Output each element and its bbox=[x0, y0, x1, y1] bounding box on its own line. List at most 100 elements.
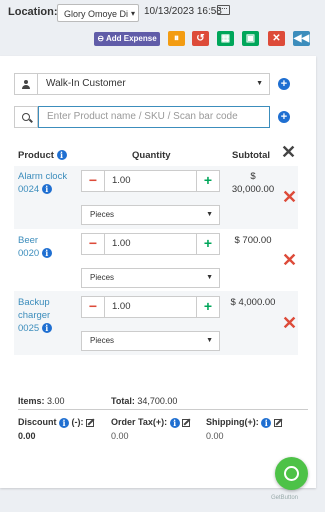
product-name-line: Alarm clock bbox=[18, 171, 68, 182]
remove-row-icon[interactable]: ✕ bbox=[282, 250, 297, 271]
info-icon[interactable]: i bbox=[59, 417, 70, 428]
product-header-label: Product bbox=[18, 150, 54, 161]
increase-button[interactable]: + bbox=[196, 171, 219, 191]
subtotal-currency: $ bbox=[250, 171, 256, 182]
product-name-line: charger bbox=[18, 310, 51, 321]
decrease-button[interactable]: − bbox=[82, 171, 105, 191]
product-sku: 0025 bbox=[18, 323, 40, 334]
info-icon[interactable]: i bbox=[41, 184, 52, 195]
total-value: 34,700.00 bbox=[137, 396, 178, 406]
increase-button[interactable]: + bbox=[196, 297, 219, 317]
discount-label: Discount i (-): bbox=[18, 417, 95, 428]
total-label: Total: bbox=[111, 396, 135, 406]
chevron-down-icon: ▼ bbox=[206, 337, 213, 344]
chevron-down-icon: ▾ bbox=[130, 9, 135, 18]
subtotal-value: $ 4,000.00 bbox=[230, 297, 276, 308]
quantity-stepper[interactable]: − 1.00 + bbox=[81, 296, 220, 318]
product-sku: 0024 bbox=[18, 184, 40, 195]
close-register-button[interactable]: ✕ bbox=[268, 31, 285, 46]
search-addon bbox=[14, 106, 38, 128]
info-icon[interactable]: i bbox=[261, 417, 272, 428]
unit-value: Pieces bbox=[90, 210, 115, 219]
order-tax-value: 0.00 bbox=[111, 431, 129, 441]
row-subtotal: $ 4,000.00 bbox=[226, 296, 280, 309]
location-select[interactable]: Glory Omoye Di ▾ bbox=[57, 4, 139, 22]
product-header: Product i bbox=[18, 150, 67, 161]
briefcase-icon: ▣ bbox=[245, 33, 256, 44]
increase-button[interactable]: + bbox=[196, 234, 219, 254]
product-name[interactable]: Alarm clock 0024 i bbox=[18, 170, 67, 196]
product-name[interactable]: Backup charger 0025 i bbox=[18, 296, 52, 335]
items-value: 3.00 bbox=[47, 396, 65, 406]
divider bbox=[18, 409, 308, 410]
quantity-value[interactable]: 1.00 bbox=[112, 171, 131, 191]
info-icon[interactable]: i bbox=[169, 417, 180, 428]
decrease-button[interactable]: − bbox=[82, 297, 105, 317]
info-icon[interactable]: i bbox=[41, 248, 52, 259]
items-label: Items: bbox=[18, 396, 45, 406]
calculator-button[interactable]: ▦ bbox=[217, 31, 234, 46]
info-icon[interactable]: i bbox=[56, 150, 67, 161]
row-subtotal: $ 700.00 bbox=[228, 234, 278, 247]
add-customer-button[interactable]: + bbox=[278, 78, 290, 90]
subtotal-header: Subtotal bbox=[232, 150, 270, 161]
product-sku: 0020 bbox=[18, 248, 40, 259]
product-name-line: Beer bbox=[18, 235, 39, 246]
edit-icon[interactable] bbox=[86, 418, 95, 427]
edit-icon[interactable] bbox=[273, 418, 282, 427]
backward-icon: ◀◀ bbox=[293, 33, 310, 44]
product-name[interactable]: Beer 0020 i bbox=[18, 234, 52, 260]
calculator-icon: ▦ bbox=[220, 33, 231, 44]
add-expense-button[interactable]: ⊖ Add Expense bbox=[94, 32, 160, 46]
briefcase-button[interactable]: ▣ bbox=[242, 31, 259, 46]
info-icon[interactable]: i bbox=[41, 323, 52, 334]
shipping-label: Shipping(+): i bbox=[206, 417, 282, 428]
chevron-down-icon: ▼ bbox=[206, 274, 213, 281]
pause-icon: ⏸ bbox=[174, 33, 179, 44]
decrease-button[interactable]: − bbox=[82, 234, 105, 254]
subtotal-value: $ 700.00 bbox=[234, 235, 272, 246]
quantity-header: Quantity bbox=[132, 150, 171, 161]
clear-all-icon[interactable]: ✕ bbox=[281, 142, 296, 163]
unit-value: Pieces bbox=[90, 273, 115, 282]
shipping-value: 0.00 bbox=[206, 431, 224, 441]
shipping-label-text: Shipping(+): bbox=[206, 417, 259, 427]
minus-circle-icon: ⊖ bbox=[97, 34, 105, 43]
discount-label-text: Discount bbox=[18, 417, 57, 427]
remove-row-icon[interactable]: ✕ bbox=[282, 313, 297, 334]
customer-addon bbox=[14, 73, 38, 95]
order-tax-label: Order Tax(+): i bbox=[111, 417, 191, 428]
location-value: Glory Omoye Di bbox=[64, 9, 129, 19]
discount-suffix: (-): bbox=[71, 417, 84, 427]
user-icon bbox=[22, 79, 30, 89]
quantity-value[interactable]: 1.00 bbox=[112, 234, 131, 254]
total-amount: Total: 34,700.00 bbox=[111, 396, 177, 406]
undo-icon: ↺ bbox=[196, 33, 205, 44]
quantity-stepper[interactable]: − 1.00 + bbox=[81, 170, 220, 192]
whatsapp-icon bbox=[284, 466, 299, 481]
discount-value: 0.00 bbox=[18, 431, 36, 441]
product-search-input[interactable]: Enter Product name / SKU / Scan bar code bbox=[38, 106, 270, 128]
chevron-down-icon: ▼ bbox=[206, 211, 213, 218]
keyboard-icon[interactable] bbox=[217, 5, 230, 15]
customer-value: Walk-In Customer bbox=[46, 78, 126, 89]
undo-button[interactable]: ↺ bbox=[192, 31, 209, 46]
location-label: Location: bbox=[8, 6, 58, 18]
unit-select[interactable]: Pieces ▼ bbox=[81, 205, 220, 225]
add-product-button[interactable]: + bbox=[278, 111, 290, 123]
chevron-down-icon: ▼ bbox=[256, 80, 263, 87]
add-expense-label: Add Expense bbox=[105, 34, 157, 43]
unit-select[interactable]: Pieces ▼ bbox=[81, 268, 220, 288]
quantity-stepper[interactable]: − 1.00 + bbox=[81, 233, 220, 255]
datetime-text: 10/13/2023 16:58 bbox=[144, 6, 222, 17]
getbutton-link[interactable]: GetButton bbox=[271, 495, 298, 501]
remove-row-icon[interactable]: ✕ bbox=[282, 187, 297, 208]
customer-select[interactable]: Walk-In Customer ▼ bbox=[37, 73, 270, 95]
whatsapp-button[interactable] bbox=[275, 457, 308, 490]
pause-button[interactable]: ⏸ bbox=[168, 31, 185, 46]
unit-select[interactable]: Pieces ▼ bbox=[81, 331, 220, 351]
quantity-value[interactable]: 1.00 bbox=[112, 297, 131, 317]
items-count: Items: 3.00 bbox=[18, 396, 65, 406]
back-button[interactable]: ◀◀ bbox=[293, 31, 310, 46]
edit-icon[interactable] bbox=[182, 418, 191, 427]
